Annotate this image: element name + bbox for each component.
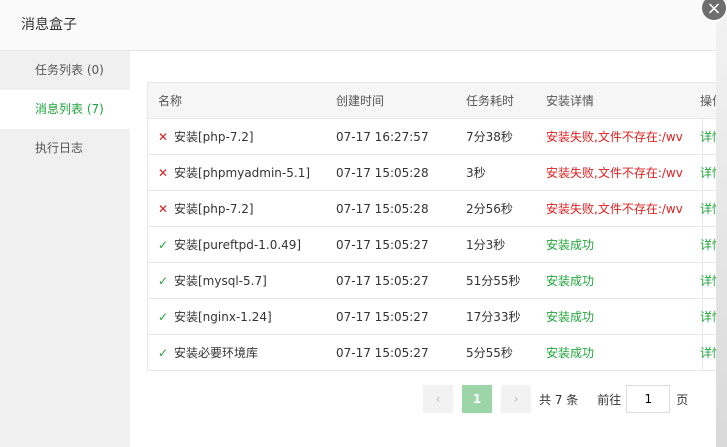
- check-icon: ✓: [158, 346, 169, 360]
- check-icon: ✓: [158, 310, 169, 324]
- header-operation: 操作: [690, 82, 716, 119]
- table-header-row: 名称 创建时间 任务耗时 安装详情 操作: [148, 82, 716, 119]
- detail-link[interactable]: 详情: [700, 238, 716, 252]
- close-icon: ×: [706, 0, 722, 19]
- detail-link[interactable]: 详情: [700, 310, 716, 324]
- prev-page-button[interactable]: ‹: [423, 385, 453, 413]
- table-body: ✕ 安装[php-7.2] 07-17 16:27:57 7分38秒 安装失败,文件不存…: [148, 118, 716, 371]
- cell-created-time: 07-17 15:05:27: [326, 298, 456, 335]
- sidebar: 任务列表 (0) 消息列表 (7) 执行日志: [0, 51, 130, 447]
- cell-name: ✓ 安装[nginx-1.24]: [148, 298, 326, 335]
- detail-link[interactable]: 详情: [700, 274, 716, 288]
- cell-operation: 详情: [690, 334, 716, 371]
- task-name: 安装[nginx-1.24]: [174, 310, 272, 324]
- cell-name: ✓ 安装[pureftpd-1.0.49]: [148, 226, 326, 263]
- message-table: 名称 创建时间 任务耗时 安装详情 操作 ✕ 安装[php-7.2] 07-17 1…: [148, 82, 716, 371]
- header-install-detail: 安装详情: [536, 82, 690, 119]
- goto-page-input[interactable]: [626, 385, 671, 413]
- table-row: ✓ 安装必要环境库 07-17 15:05:275分55秒安装成功详情: [148, 334, 716, 371]
- table-row: ✓ 安装[nginx-1.24] 07-17 15:05:27 17分33秒 安装成功详…: [148, 298, 716, 335]
- total-count: 共 7 条: [539, 392, 579, 407]
- cell-duration: 5分55秒: [456, 334, 536, 371]
- message-list-panel: 名称 创建时间 任务耗时 安装详情 操作 ✕ 安装[php-7.2] 07-17 1…: [147, 82, 716, 371]
- task-name: 安装必要环境库: [174, 346, 259, 360]
- chevron-left-icon: ‹: [435, 392, 441, 406]
- cell-created-time: 07-17 15:05:28: [326, 154, 456, 191]
- cell-install-detail: 安装失败,文件不存在:/wv: [536, 118, 690, 155]
- cell-created-time: 07-17 16:27:57: [326, 118, 456, 155]
- pagination: ‹ 1 › 共 7 条 前往 页: [423, 385, 688, 413]
- cell-install-detail: 安装成功: [536, 226, 690, 263]
- cell-created-time: 07-17 15:05:27: [326, 262, 456, 299]
- header-name: 名称: [148, 82, 326, 119]
- table-row: ✕ 安装[php-7.2] 07-17 15:05:28 2分56秒 安装失败,文件不存…: [148, 190, 716, 227]
- table-row: ✕ 安装[phpmyadmin-5.1] 07-17 15:05:28 3秒 安装失败,…: [148, 154, 716, 191]
- page-unit-label: 页: [676, 392, 689, 407]
- cell-install-detail: 安装成功: [536, 334, 690, 371]
- message-box-dialog: 消息盒子 任务列表 (0) 消息列表 (7) 执行日志 名称 创建时间 任务耗时…: [0, 0, 716, 447]
- message-table-wrapper: 名称 创建时间 任务耗时 安装详情 操作 ✕ 安装[php-7.2] 07-17 1…: [147, 82, 716, 371]
- header-created-time: 创建时间: [326, 82, 456, 119]
- cell-duration: 51分55秒: [456, 262, 536, 299]
- close-button[interactable]: ×: [700, 0, 727, 22]
- cell-duration: 2分56秒: [456, 190, 536, 227]
- cell-install-detail: 安装成功: [536, 298, 690, 335]
- cell-duration: 7分38秒: [456, 118, 536, 155]
- cell-duration: 17分33秒: [456, 298, 536, 335]
- cell-install-detail: 安装失败,文件不存在:/wv: [536, 154, 690, 191]
- sidebar-item-message-list[interactable]: 消息列表 (7): [0, 90, 130, 129]
- detail-link[interactable]: 详情: [700, 346, 716, 360]
- cell-created-time: 07-17 15:05:27: [326, 226, 456, 263]
- backdrop: [716, 0, 727, 447]
- detail-link[interactable]: 详情: [700, 130, 716, 144]
- cell-duration: 1分3秒: [456, 226, 536, 263]
- page-number-current[interactable]: 1: [462, 385, 492, 413]
- cell-install-detail: 安装失败,文件不存在:/wv: [536, 190, 690, 227]
- cell-operation: 详情: [690, 190, 716, 227]
- cell-created-time: 07-17 15:05:28: [326, 190, 456, 227]
- cell-operation: 详情: [690, 298, 716, 335]
- table-row: ✓ 安装[pureftpd-1.0.49] 07-17 15:05:27 1分3秒 安装…: [148, 226, 716, 263]
- check-icon: ✓: [158, 238, 169, 252]
- cross-icon: ✕: [158, 130, 169, 144]
- cell-name: ✕ 安装[phpmyadmin-5.1]: [148, 154, 326, 191]
- detail-link[interactable]: 详情: [700, 166, 716, 180]
- cell-operation: 详情: [690, 154, 716, 191]
- sidebar-item-task-list[interactable]: 任务列表 (0): [0, 51, 130, 90]
- cross-icon: ✕: [158, 202, 169, 216]
- task-name: 安装[php-7.2]: [174, 130, 254, 144]
- check-icon: ✓: [158, 274, 169, 288]
- next-page-button[interactable]: ›: [501, 385, 531, 413]
- task-name: 安装[pureftpd-1.0.49]: [174, 238, 302, 252]
- cell-name: ✕ 安装[php-7.2]: [148, 190, 326, 227]
- cell-duration: 3秒: [456, 154, 536, 191]
- table-row: ✓ 安装[mysql-5.7] 07-17 15:05:2751分55秒安装成功详情: [148, 262, 716, 299]
- task-name: 安装[phpmyadmin-5.1]: [174, 166, 311, 180]
- task-name: 安装[mysql-5.7]: [174, 274, 267, 288]
- cell-name: ✓ 安装[mysql-5.7]: [148, 262, 326, 299]
- cell-operation: 详情: [690, 262, 716, 299]
- sidebar-item-execution-log[interactable]: 执行日志: [0, 129, 130, 168]
- header-duration: 任务耗时: [456, 82, 536, 119]
- cell-install-detail: 安装成功: [536, 262, 690, 299]
- table-row: ✕ 安装[php-7.2] 07-17 16:27:57 7分38秒 安装失败,文件不存…: [148, 118, 716, 155]
- dialog-title: 消息盒子: [0, 0, 716, 51]
- cell-created-time: 07-17 15:05:27: [326, 334, 456, 371]
- cell-name: ✕ 安装[php-7.2]: [148, 118, 326, 155]
- cell-name: ✓ 安装必要环境库: [148, 334, 326, 371]
- detail-link[interactable]: 详情: [700, 202, 716, 216]
- cell-operation: 详情: [690, 226, 716, 263]
- chevron-right-icon: ›: [513, 392, 519, 406]
- cell-operation: 详情: [690, 118, 716, 155]
- task-name: 安装[php-7.2]: [174, 202, 254, 216]
- goto-label: 前往: [597, 392, 622, 407]
- cross-icon: ✕: [158, 166, 169, 180]
